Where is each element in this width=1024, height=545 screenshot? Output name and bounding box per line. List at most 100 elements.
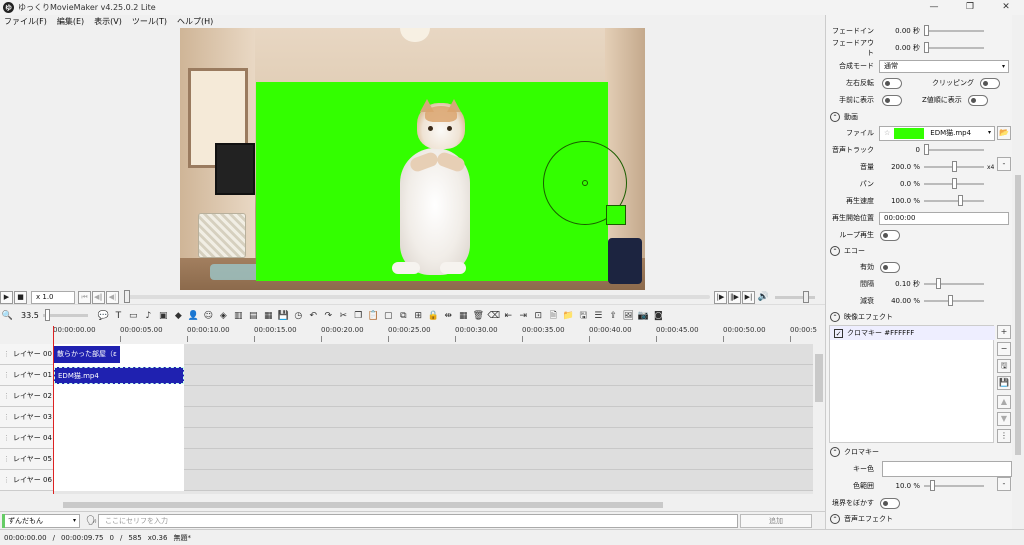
collapse-icon[interactable]: ⌃ (830, 514, 840, 524)
drag-handle-icon[interactable]: ⋮ (3, 455, 10, 463)
snap-grid-icon[interactable]: ▦ (457, 310, 469, 322)
disk-icon[interactable]: 🖫 (577, 310, 589, 322)
text-icon[interactable]: T (112, 310, 124, 322)
fade-out-value[interactable]: 0.00 秒 (876, 43, 924, 53)
remove-effect-button[interactable]: − (997, 342, 1011, 356)
slider-knob[interactable] (930, 480, 935, 491)
transition-icon[interactable]: ▥ (232, 310, 244, 322)
frame-icon[interactable]: ⊡ (532, 310, 544, 322)
video-effects-header[interactable]: ⌃ 映像エフェクト (826, 310, 1024, 324)
face-icon[interactable]: ☺ (202, 310, 214, 322)
drag-handle-icon[interactable]: ⋮ (3, 371, 10, 379)
step-back-icon[interactable]: ◀| (106, 290, 119, 304)
slider-knob[interactable] (952, 178, 957, 189)
folder-icon[interactable]: 📁 (562, 310, 574, 322)
stop-icon[interactable]: ■ (14, 290, 27, 304)
resize-handle[interactable] (606, 205, 626, 225)
voice-settings-icon[interactable]: 🗣 (86, 515, 98, 527)
blend-mode-select[interactable]: 通常 ▾ (879, 59, 1009, 73)
speed-select[interactable]: x 1.0 (31, 290, 75, 304)
speech-bubble-icon[interactable]: 💬 (97, 310, 109, 322)
open-folder-icon[interactable]: 📂 (997, 126, 1011, 140)
timeline-clip-video[interactable]: EDM猫.mp4 (54, 367, 184, 384)
decay-value[interactable]: 40.00 % (876, 297, 924, 305)
pan-slider[interactable] (924, 178, 984, 189)
color-range-decrement-button[interactable]: - (997, 477, 1011, 491)
layer-header[interactable]: ⋮ レイヤー 06 (0, 470, 53, 491)
video-effect-list[interactable]: ✓ クロマキー #FFFFFF (829, 325, 995, 443)
delete-gap-icon[interactable]: ⌫ (487, 310, 500, 322)
more-options-icon[interactable]: ⋮ (997, 429, 1011, 443)
track-row[interactable] (53, 449, 813, 470)
effect-icon[interactable]: ◈ (217, 310, 229, 322)
slider-knob[interactable] (924, 144, 929, 155)
pan-value[interactable]: 0.0 % (876, 180, 924, 188)
video-icon[interactable]: ▭ (127, 310, 139, 322)
blur-edge-toggle[interactable] (880, 497, 900, 509)
file-icon[interactable]: 🗎 (547, 310, 559, 322)
echo-section-header[interactable]: ⌃ エコー (826, 244, 1024, 258)
slider-knob[interactable] (948, 295, 953, 306)
step-forward-icon[interactable]: |▶ (714, 290, 727, 304)
dialogue-input[interactable]: ここにセリフを入力 (98, 513, 738, 528)
save-icon[interactable]: 💾 (277, 310, 289, 322)
add-effect-button[interactable]: + (997, 325, 1011, 339)
collapse-icon[interactable]: ⌃ (830, 312, 840, 322)
drag-handle-icon[interactable]: ⋮ (3, 350, 10, 358)
key-color-swatch[interactable] (882, 461, 1012, 477)
slider-knob[interactable] (952, 161, 957, 172)
collapse-icon[interactable]: ⌃ (830, 112, 840, 122)
settings-icon[interactable]: ☰ (592, 310, 604, 322)
cut-icon[interactable]: ✂ (337, 310, 349, 322)
drag-handle-icon[interactable]: ⋮ (3, 434, 10, 442)
track-row[interactable] (53, 407, 813, 428)
audio-track-slider[interactable] (924, 144, 984, 155)
menu-edit[interactable]: 編集(E) (57, 16, 84, 27)
interval-slider[interactable] (924, 278, 984, 289)
color-range-slider[interactable] (924, 480, 984, 491)
flip-toggle[interactable] (882, 77, 902, 89)
front-toggle[interactable] (882, 94, 902, 106)
layer-header[interactable]: ⋮ レイヤー 01 (0, 365, 53, 386)
trash-icon[interactable]: 🗑 (472, 310, 484, 322)
drag-handle-icon[interactable]: ⋮ (3, 476, 10, 484)
track-row[interactable] (53, 344, 813, 365)
load-effect-icon[interactable]: 💾 (997, 376, 1011, 390)
effect-list-item[interactable]: ✓ クロマキー #FFFFFF (830, 326, 995, 340)
drag-handle-icon[interactable]: ⋮ (3, 392, 10, 400)
maximize-button[interactable]: ❐ (952, 0, 988, 15)
scrollbar-thumb[interactable] (63, 502, 663, 508)
paste-special-icon[interactable]: ▢ (382, 310, 394, 322)
timeline-ruler[interactable]: 00:00:00.00 00:00:05.00 00:00:10.00 00:0… (53, 326, 817, 342)
echo-enabled-toggle[interactable] (880, 261, 900, 273)
move-down-icon[interactable]: ▼ (997, 412, 1011, 426)
next-frame-icon[interactable]: ‖▶ (728, 290, 741, 304)
copy-icon[interactable]: ❐ (352, 310, 364, 322)
playhead[interactable] (53, 326, 54, 494)
minimize-button[interactable]: — (916, 0, 952, 15)
duplicate-icon[interactable]: ⧉ (397, 310, 409, 322)
collapse-icon[interactable]: ⌃ (830, 447, 840, 457)
slider-knob[interactable] (936, 278, 941, 289)
speed-value[interactable]: 100.0 % (876, 197, 924, 205)
effect-enabled-checkbox[interactable]: ✓ (834, 328, 843, 338)
slider-knob[interactable] (958, 195, 963, 206)
layer-header[interactable]: ⋮ レイヤー 00 (0, 344, 53, 365)
star-icon[interactable]: ☆ (884, 128, 890, 139)
snapshot-icon[interactable]: 📷 (637, 310, 649, 322)
grid-icon[interactable]: ▦ (262, 310, 274, 322)
volume-slider[interactable] (775, 290, 815, 303)
layer-header[interactable]: ⋮ レイヤー 03 (0, 407, 53, 428)
track-row[interactable] (53, 470, 813, 491)
timeline-horizontal-scrollbar[interactable] (53, 500, 813, 510)
speed-slider[interactable] (924, 195, 984, 206)
music-icon[interactable]: ♪ (142, 310, 154, 322)
decay-slider[interactable] (924, 295, 984, 306)
prev-frame-icon[interactable]: ◀‖ (92, 290, 105, 304)
volume-prop-slider[interactable] (924, 161, 984, 172)
zorder-toggle[interactable] (967, 94, 988, 106)
fade-in-slider[interactable] (924, 25, 984, 36)
image-icon[interactable]: ▣ (157, 310, 169, 322)
camera-icon[interactable]: ◙ (652, 310, 664, 322)
align-icon[interactable]: ⇹ (442, 310, 454, 322)
